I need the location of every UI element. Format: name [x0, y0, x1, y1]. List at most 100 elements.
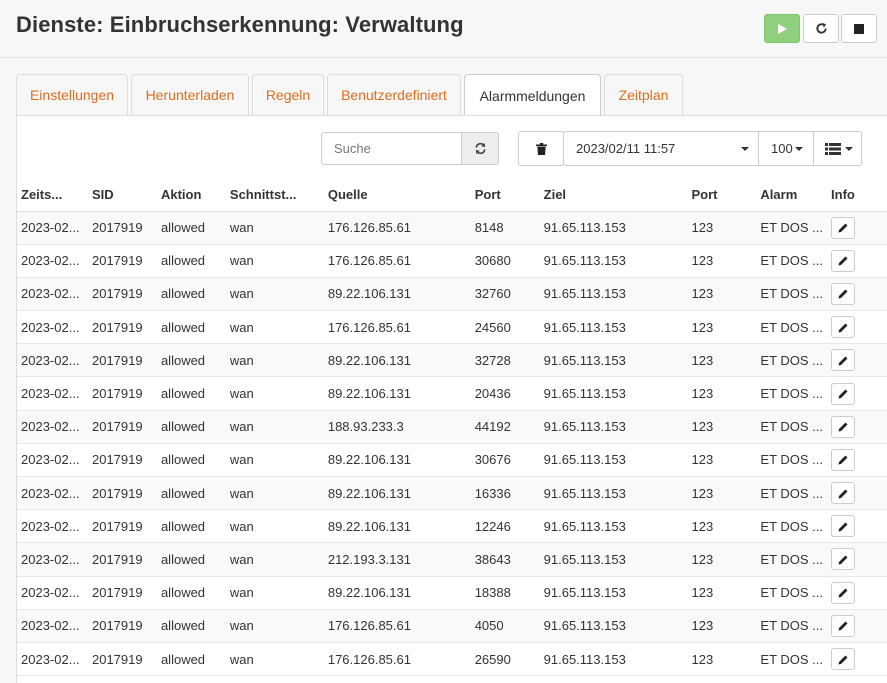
- pencil-icon: [838, 621, 848, 631]
- page-title: Dienste: Einbruchserkennung: Verwaltung: [16, 12, 464, 37]
- table-row: 2023-02... 2017919 allowed wan 89.22.106.131…: [17, 376, 887, 411]
- info-button[interactable]: [831, 548, 856, 571]
- service-start-button[interactable]: [764, 14, 800, 43]
- info-button[interactable]: [831, 614, 856, 637]
- table-row: 2023-02... 2017919 allowed wan 188.93.233.3 4…: [17, 410, 887, 444]
- tab-einstellungen[interactable]: Einstellungen: [16, 74, 128, 115]
- service-stop-button[interactable]: [841, 14, 877, 43]
- table-cell: 2023-02...: [17, 277, 88, 312]
- rows-per-page-select[interactable]: 100: [758, 131, 814, 166]
- table-cell: 123: [687, 509, 757, 544]
- table-cell: 38643: [470, 542, 540, 577]
- table-cell: [827, 576, 887, 610]
- info-button[interactable]: [831, 415, 856, 438]
- info-button[interactable]: [831, 482, 856, 505]
- table-cell: 123: [687, 277, 757, 312]
- table-cell: [827, 443, 887, 478]
- table-cell: 123: [687, 410, 757, 444]
- play-icon: [778, 23, 787, 34]
- table-cell: 2023-02...: [17, 576, 88, 610]
- table-cell: 188.93.233.3: [323, 410, 471, 444]
- table-cell: 32728: [470, 343, 540, 378]
- table-cell: 4050: [470, 609, 540, 643]
- table-cell: 2023-02...: [17, 476, 88, 511]
- column-selector-button[interactable]: [813, 131, 862, 166]
- info-button[interactable]: [831, 349, 856, 372]
- table-cell: 2017919: [87, 244, 157, 278]
- column-header[interactable]: Quelle: [323, 179, 471, 212]
- tab-herunterladen[interactable]: Herunterladen: [131, 74, 249, 115]
- table-cell: wan: [225, 509, 324, 544]
- table-cell: 89.22.106.131: [323, 443, 471, 478]
- table-cell: ET DOS ...: [756, 443, 828, 478]
- date-select[interactable]: 2023/02/11 11:57: [563, 131, 759, 166]
- column-header[interactable]: Aktion: [156, 179, 226, 212]
- table-cell: 89.22.106.131: [323, 343, 471, 378]
- table-cell: 91.65.113.153: [539, 443, 688, 478]
- info-button[interactable]: [831, 448, 856, 471]
- info-button[interactable]: [831, 515, 856, 538]
- table-cell: 176.126.85.61: [323, 609, 471, 643]
- table-row: 2023-02... 2017919 allowed wan 212.193.3.131…: [17, 542, 887, 577]
- table-cell: wan: [225, 576, 324, 610]
- tab-benutzerdefiniert[interactable]: Benutzerdefiniert: [327, 74, 461, 115]
- column-header[interactable]: Schnittst...: [225, 179, 324, 212]
- table-cell: 2017919: [87, 211, 157, 245]
- table-cell: 91.65.113.153: [539, 376, 688, 411]
- tab-alarmmeldungen[interactable]: Alarmmeldungen: [464, 74, 601, 116]
- table-cell: 123: [687, 542, 757, 577]
- table-cell: 12246: [470, 509, 540, 544]
- table-cell: 2017919: [87, 542, 157, 577]
- table-cell: 2023-02...: [17, 542, 88, 577]
- column-header[interactable]: Alarm: [756, 179, 828, 212]
- search-refresh-button[interactable]: [461, 132, 499, 165]
- table-cell: 91.65.113.153: [539, 343, 688, 378]
- info-button[interactable]: [831, 581, 856, 604]
- clear-alerts-button[interactable]: [518, 131, 564, 166]
- table-row: 2023-02... 2017919 allowed wan 176.126.85.61…: [17, 244, 887, 278]
- table-cell: 89.22.106.131: [323, 476, 471, 511]
- table-cell: ET DOS ...: [756, 211, 828, 245]
- pencil-icon: [838, 389, 848, 399]
- list-icon: [825, 142, 841, 155]
- table-cell: 91.65.113.153: [539, 609, 688, 643]
- table-cell: wan: [225, 410, 324, 444]
- column-header[interactable]: Zeits...: [17, 179, 88, 212]
- alerts-table: Zeits... SID Aktion Schnittst... Quelle …: [17, 179, 887, 677]
- info-button[interactable]: [831, 249, 856, 272]
- table-cell: allowed: [156, 509, 226, 544]
- table-cell: ET DOS ...: [756, 542, 828, 577]
- table-cell: 123: [687, 244, 757, 278]
- info-button[interactable]: [831, 316, 856, 339]
- service-restart-button[interactable]: [803, 14, 839, 43]
- column-header[interactable]: Port: [470, 179, 540, 212]
- column-header[interactable]: Port: [687, 179, 757, 212]
- table-cell: 123: [687, 376, 757, 411]
- tab-regeln[interactable]: Regeln: [252, 74, 324, 115]
- search-input[interactable]: [321, 132, 462, 165]
- table-cell: ET DOS ...: [756, 509, 828, 544]
- table-cell: 123: [687, 343, 757, 378]
- pencil-icon: [838, 489, 848, 499]
- table-cell: allowed: [156, 310, 226, 345]
- table-cell: 91.65.113.153: [539, 211, 688, 245]
- info-button[interactable]: [831, 648, 856, 671]
- column-header[interactable]: Ziel: [539, 179, 688, 212]
- table-cell: ET DOS ...: [756, 376, 828, 411]
- table-cell: 2017919: [87, 609, 157, 643]
- info-button[interactable]: [831, 282, 856, 305]
- table-row: 2023-02... 2017919 allowed wan 176.126.85.61…: [17, 211, 887, 245]
- table-cell: allowed: [156, 642, 226, 677]
- tab-zeitplan[interactable]: Zeitplan: [604, 74, 683, 115]
- pencil-icon: [838, 422, 848, 432]
- table-cell: 24560: [470, 310, 540, 345]
- table-row: 2023-02... 2017919 allowed wan 89.22.106.131…: [17, 343, 887, 378]
- pencil-icon: [838, 356, 848, 366]
- table-row: 2023-02... 2017919 allowed wan 176.126.85.61…: [17, 642, 887, 677]
- info-button[interactable]: [831, 382, 856, 405]
- table-cell: wan: [225, 542, 324, 577]
- table-cell: ET DOS ...: [756, 410, 828, 444]
- info-button[interactable]: [831, 216, 856, 239]
- table-cell: 2023-02...: [17, 609, 88, 643]
- column-header[interactable]: SID: [87, 179, 157, 212]
